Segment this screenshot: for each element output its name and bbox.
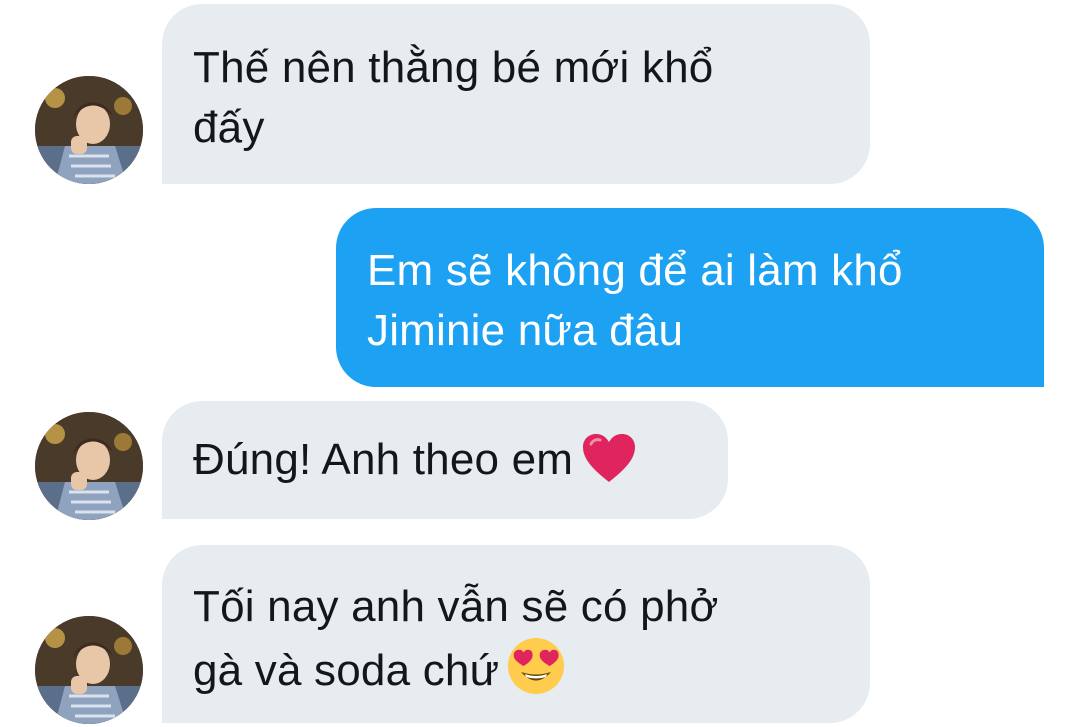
message-text-line: Jiminie nữa đâu bbox=[367, 306, 684, 355]
message-text-line: Tối nay anh vẫn sẽ có phở bbox=[193, 582, 719, 631]
message-bubble-sent[interactable]: Em sẽ không để ai làm khổ Jiminie nữa đâ… bbox=[336, 208, 1044, 387]
red-heart-icon bbox=[583, 434, 636, 482]
contact-avatar[interactable] bbox=[35, 616, 143, 724]
message-text-line: gà và soda chứ bbox=[193, 637, 870, 701]
message-text-line: Em sẽ không để ai làm khổ bbox=[367, 246, 903, 295]
message-bubble-received[interactable]: Tối nay anh vẫn sẽ có phở gà và soda chứ bbox=[162, 545, 870, 723]
message-text-line: Đúng! Anh theo em bbox=[193, 430, 728, 490]
conversation-thread: Thế nên thằng bé mới khổ đấy Em sẽ không… bbox=[0, 0, 1080, 727]
contact-avatar[interactable] bbox=[35, 76, 143, 184]
avatar-photo-icon bbox=[35, 76, 143, 184]
message-bubble-received[interactable]: Đúng! Anh theo em bbox=[162, 401, 728, 519]
message-text-line: Thế nên thằng bé mới khổ bbox=[193, 43, 714, 92]
smiling-face-with-heart-eyes-icon bbox=[508, 638, 565, 694]
message-text: gà và soda chứ bbox=[193, 646, 500, 695]
avatar-photo-icon bbox=[35, 616, 143, 724]
avatar-photo-icon bbox=[35, 412, 143, 520]
message-bubble-received[interactable]: Thế nên thằng bé mới khổ đấy bbox=[162, 4, 870, 184]
message-text-line: đấy bbox=[193, 103, 265, 152]
contact-avatar[interactable] bbox=[35, 412, 143, 520]
message-text: Đúng! Anh theo em bbox=[193, 435, 574, 484]
